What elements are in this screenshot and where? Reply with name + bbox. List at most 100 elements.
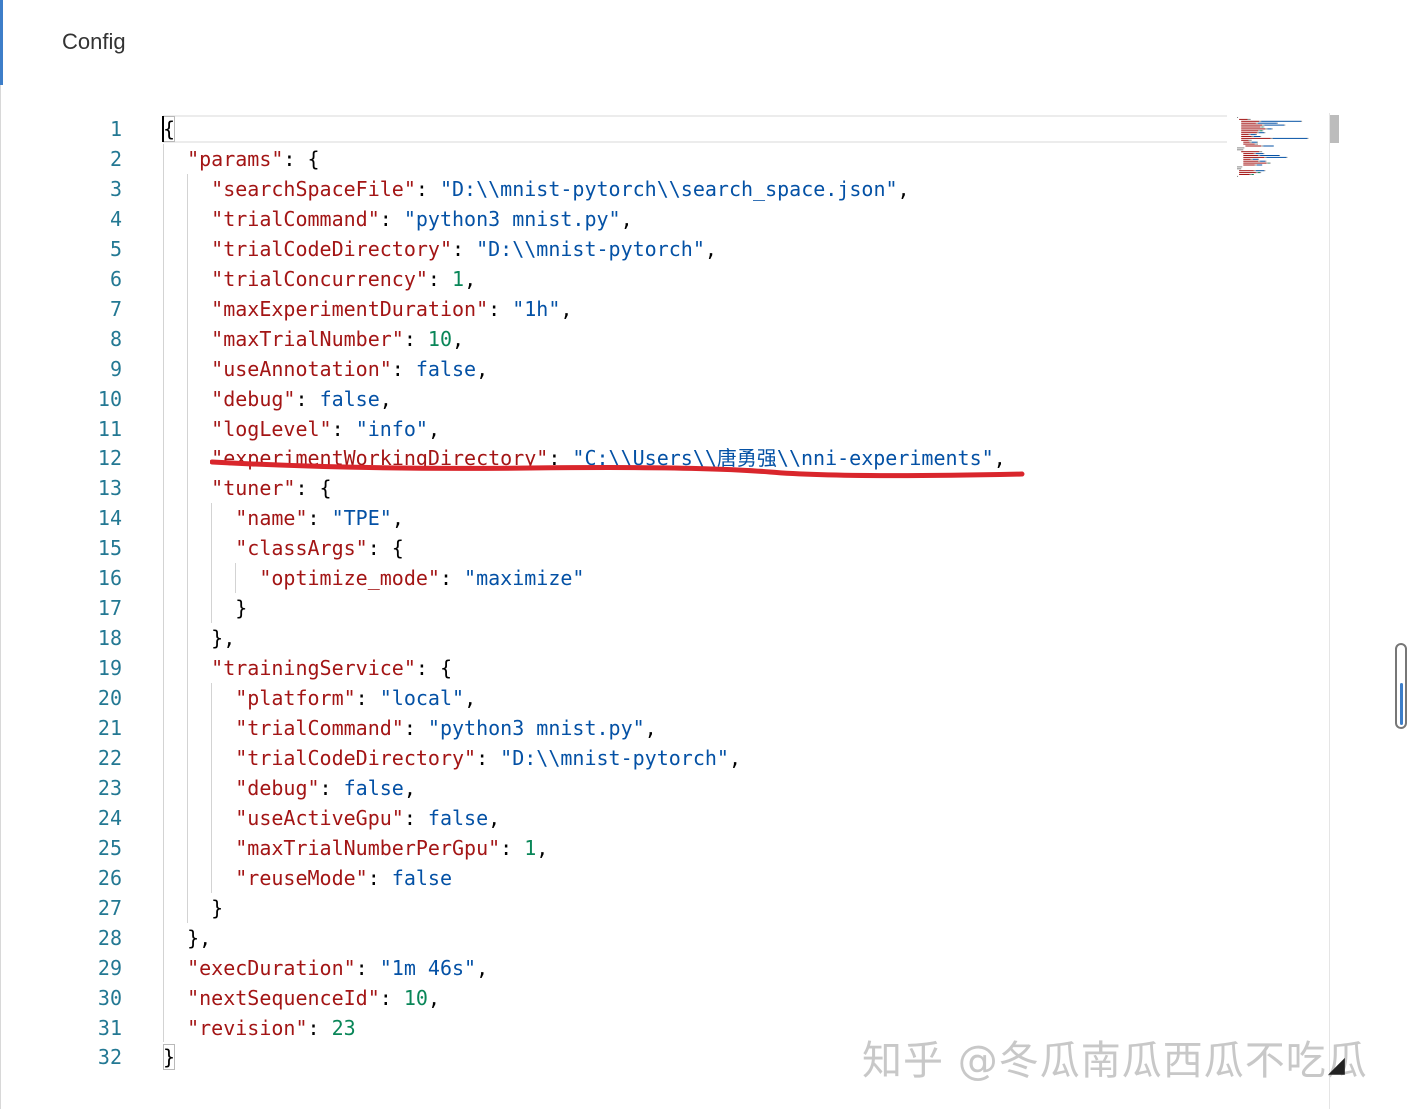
code-token: "D:\\mnist-pytorch" [500,745,729,770]
code-line[interactable]: 27 } [75,893,223,923]
code-text[interactable]: "trialConcurrency": 1, [163,264,476,294]
code-token: , [560,296,573,321]
code-text[interactable]: } [163,1042,175,1072]
code-line[interactable]: 30 "nextSequenceId": 10, [75,983,440,1013]
code-text[interactable]: "params": { [163,144,319,174]
code-text[interactable]: "name": "TPE", [163,503,404,533]
code-text[interactable]: "searchSpaceFile": "D:\\mnist-pytorch\\s… [163,174,909,204]
code-line[interactable]: 5 "trialCodeDirectory": "D:\\mnist-pytor… [75,234,717,264]
resize-handle-icon[interactable]: ◢ [1328,1052,1345,1078]
code-text[interactable]: "maxExperimentDuration": "1h", [163,294,572,324]
code-text[interactable]: "maxTrialNumberPerGpu": 1, [163,833,548,863]
editor-minimap[interactable] [1235,115,1310,180]
code-token: false [343,775,404,800]
code-line[interactable]: 32} [75,1042,175,1072]
code-line[interactable]: 8 "maxTrialNumber": 10, [75,324,464,354]
json-editor[interactable]: 1{2 "params": {3 "searchSpaceFile": "D:\… [75,113,1330,1109]
code-text[interactable]: "reuseMode": false [163,863,452,893]
code-text[interactable]: "trialCommand": "python3 mnist.py", [163,713,656,743]
code-line[interactable]: 28 }, [75,923,211,953]
line-number: 32 [97,1045,122,1070]
code-text[interactable]: }, [163,923,211,953]
code-line[interactable]: 21 "trialCommand": "python3 mnist.py", [75,713,657,743]
code-text[interactable]: "maxTrialNumber": 10, [163,324,464,354]
code-line[interactable]: 20 "platform": "local", [75,683,476,713]
code-line[interactable]: 25 "maxTrialNumberPerGpu": 1, [75,833,548,863]
code-text[interactable]: "revision": 23 [163,1013,356,1043]
code-line[interactable]: 31 "revision": 23 [75,1013,356,1043]
code-line[interactable]: 26 "reuseMode": false [75,863,452,893]
code-text[interactable]: } [163,593,247,623]
code-line[interactable]: 23 "debug": false, [75,773,416,803]
minimap-stroke [1256,132,1260,134]
code-line[interactable]: 16 "optimize_mode": "maximize" [75,563,585,593]
code-line[interactable]: 17 } [75,593,247,623]
code-line[interactable]: 3 "searchSpaceFile": "D:\\mnist-pytorch\… [75,174,910,204]
code-line[interactable]: 11 "logLevel": "info", [75,414,440,444]
code-line[interactable]: 19 "trainingService": { [75,653,452,683]
minimap-stroke [1243,153,1254,155]
code-token: : [355,955,380,980]
minimap-stroke [1263,126,1265,128]
code-text[interactable]: "platform": "local", [163,683,476,713]
editor-scrollbar-thumb[interactable] [1330,115,1339,143]
code-token: "execDuration" [187,955,356,980]
line-number: 18 [97,626,122,651]
code-line[interactable]: 22 "trialCodeDirectory": "D:\\mnist-pyto… [75,743,741,773]
code-text[interactable]: "debug": false, [163,773,416,803]
code-text[interactable]: "nextSequenceId": 10, [163,983,440,1013]
minimap-stroke [1241,134,1249,136]
code-text[interactable]: "trialCodeDirectory": "D:\\mnist-pytorch… [163,234,717,264]
code-token: : [295,386,320,411]
code-line[interactable]: 12 "experimentWorkingDirectory": "C:\\Us… [75,443,1006,473]
code-line[interactable]: 14 "name": "TPE", [75,503,404,533]
minimap-stroke [1239,170,1254,172]
code-token: : [403,805,428,830]
minimap-stroke [1255,172,1258,174]
code-text[interactable]: "execDuration": "1m 46s", [163,953,488,983]
minimap-stroke [1265,128,1268,130]
code-text[interactable]: "logLevel": "info", [163,414,440,444]
minimap-stroke [1250,158,1253,160]
code-line[interactable]: 2 "params": { [75,144,320,174]
minimap-stroke [1237,149,1244,151]
code-line[interactable]: 1{ [75,114,175,144]
code-text[interactable]: "useActiveGpu": false, [163,803,500,833]
code-text[interactable]: "classArgs": { [163,533,404,563]
code-line[interactable]: 7 "maxExperimentDuration": "1h", [75,294,572,324]
code-line[interactable]: 6 "trialConcurrency": 1, [75,264,476,294]
code-text[interactable]: "optimize_mode": "maximize" [163,563,584,593]
code-line[interactable]: 13 "tuner": { [75,473,332,503]
line-number: 6 [109,266,122,291]
code-line[interactable]: 4 "trialCommand": "python3 mnist.py", [75,204,633,234]
minimap-stroke [1241,151,1260,153]
line-number: 31 [97,1015,122,1040]
code-text[interactable]: "useAnnotation": false, [163,354,488,384]
code-line[interactable]: 15 "classArgs": { [75,533,404,563]
code-line[interactable]: 24 "useActiveGpu": false, [75,803,500,833]
page-scrollbar[interactable] [1395,643,1407,729]
line-number: 5 [109,236,122,261]
code-line[interactable]: 9 "useAnnotation": false, [75,354,488,384]
code-text[interactable]: "trainingService": { [163,653,452,683]
code-text[interactable]: { [163,114,175,144]
code-token: } [163,596,248,621]
code-text[interactable]: } [163,893,223,923]
code-token: : { [367,536,404,561]
minimap-stroke [1251,141,1257,143]
minimap-stroke [1272,137,1308,139]
code-text[interactable]: }, [163,623,235,653]
minimap-stroke [1258,158,1260,160]
code-text[interactable]: "trialCommand": "python3 mnist.py", [163,204,632,234]
minimap-stroke [1266,156,1287,158]
minimap-stroke [1251,174,1254,175]
code-line[interactable]: 10 "debug": false, [75,384,392,414]
code-token: , [476,955,489,980]
code-line[interactable]: 18 }, [75,623,235,653]
code-text[interactable]: "debug": false, [163,384,392,414]
page-scrollbar-thumb[interactable] [1400,683,1403,725]
code-line[interactable]: 29 "execDuration": "1m 46s", [75,953,488,983]
code-text[interactable]: "trialCodeDirectory": "D:\\mnist-pytorch… [163,743,741,773]
